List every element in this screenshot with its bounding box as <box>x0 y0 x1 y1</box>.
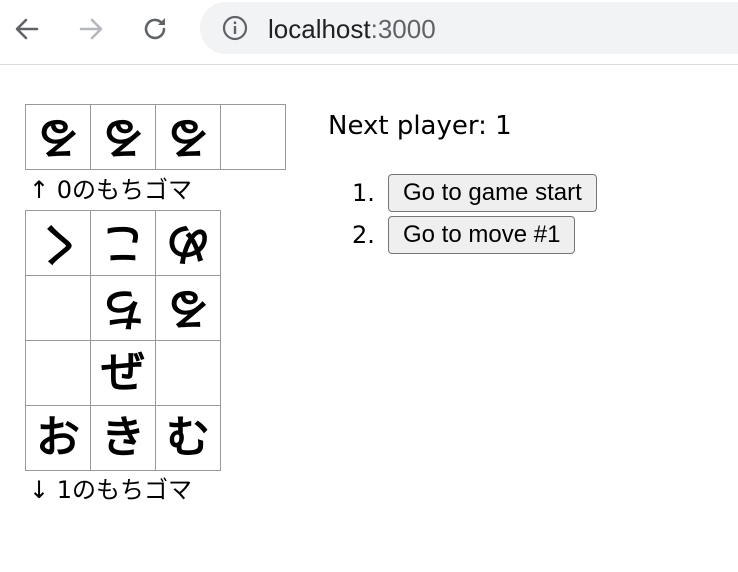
forward-arrow-icon <box>79 18 103 40</box>
board-cell[interactable] <box>155 340 221 406</box>
browser-toolbar: localhost:3000 <box>0 0 738 65</box>
url-port: :3000 <box>370 14 436 44</box>
bottom-hand-label: ↓ 1のもちゴマ <box>29 476 193 504</box>
board-row: くこめ <box>25 210 285 276</box>
piece: む <box>166 412 210 463</box>
move-item: 2. Go to move #1 <box>352 214 597 256</box>
back-button[interactable] <box>10 12 44 46</box>
board-cell[interactable]: こ <box>90 210 156 276</box>
move-list: 1. Go to game start 2. Go to move #1 <box>352 172 597 256</box>
status-text: Next player: 1 <box>328 111 512 141</box>
move-number: 1. <box>352 179 375 207</box>
game-board: くこめちるぜおきむ <box>25 210 285 471</box>
piece: く <box>36 218 80 269</box>
top-hand-cell[interactable]: る <box>25 104 91 170</box>
go-to-move-button[interactable]: Go to move #1 <box>388 216 576 254</box>
board-row: ぜ <box>25 340 285 406</box>
board-cell[interactable]: く <box>25 210 91 276</box>
move-number: 2. <box>352 221 375 249</box>
board-cell[interactable]: る <box>155 275 221 341</box>
piece: こ <box>101 218 145 269</box>
piece: ぜ <box>101 347 145 398</box>
piece: ち <box>101 283 145 334</box>
top-hand: る る る <box>25 104 286 170</box>
url-text: localhost:3000 <box>268 14 436 44</box>
piece: る <box>101 112 145 163</box>
top-hand-cell[interactable]: る <box>155 104 221 170</box>
go-to-game-start-button[interactable]: Go to game start <box>388 174 597 212</box>
piece: お <box>36 412 80 463</box>
board-cell[interactable]: き <box>90 405 156 471</box>
board-row: ちる <box>25 275 285 341</box>
board-cell[interactable] <box>25 275 91 341</box>
piece: め <box>166 218 210 269</box>
info-icon[interactable] <box>222 15 248 41</box>
reload-button[interactable] <box>138 12 172 46</box>
board-cell[interactable]: む <box>155 405 221 471</box>
top-hand-cell[interactable] <box>220 104 286 170</box>
board-cell[interactable]: ち <box>90 275 156 341</box>
piece: る <box>166 112 210 163</box>
top-hand-cell[interactable]: る <box>90 104 156 170</box>
board-cell[interactable]: ぜ <box>90 340 156 406</box>
url-host: localhost <box>268 14 371 44</box>
address-bar[interactable]: localhost:3000 <box>200 2 738 54</box>
back-arrow-icon <box>15 18 39 40</box>
top-hand-label: ↑ 0のもちゴマ <box>29 176 193 204</box>
board-cell[interactable]: め <box>155 210 221 276</box>
piece: る <box>166 283 210 334</box>
move-item: 1. Go to game start <box>352 172 597 214</box>
forward-button[interactable] <box>74 12 108 46</box>
reload-icon <box>144 18 166 40</box>
piece: き <box>101 412 145 463</box>
board-cell[interactable]: お <box>25 405 91 471</box>
board-cell[interactable] <box>25 340 91 406</box>
game-area: る る る ↑ 0のもちゴマ くこめちるぜおきむ ↓ 1のもちゴマ <box>25 104 286 510</box>
board-row: おきむ <box>25 405 285 471</box>
piece: る <box>36 112 80 163</box>
